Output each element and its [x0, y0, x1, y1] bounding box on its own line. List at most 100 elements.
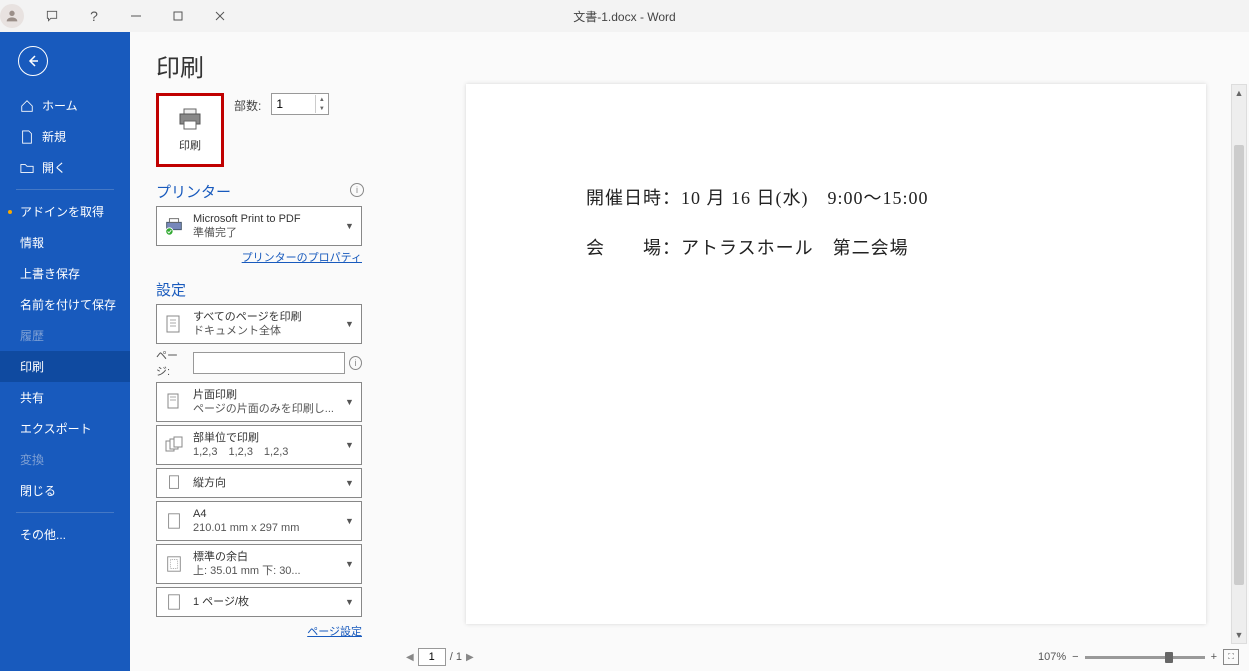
sidebar-item-open[interactable]: 開く [0, 152, 130, 183]
scroll-thumb[interactable] [1234, 145, 1244, 585]
pages-per-sheet-dropdown[interactable]: 1 ページ/枚 ▼ [156, 587, 362, 617]
copies-label: 部数: [234, 97, 261, 114]
maximize-button[interactable] [158, 2, 198, 30]
info-icon[interactable]: i [350, 183, 364, 197]
info-icon[interactable]: i [349, 356, 362, 370]
sidebar-item-save[interactable]: 上書き保存 [0, 258, 130, 289]
printer-dropdown[interactable]: Microsoft Print to PDF 準備完了 ▼ [156, 206, 362, 246]
margins-icon [163, 553, 185, 575]
sidebar-item-history: 履歴 [0, 320, 130, 351]
comments-icon[interactable] [32, 2, 72, 30]
sidebar-label-addins: アドインを取得 [20, 203, 104, 220]
chevron-down-icon: ▼ [345, 478, 355, 488]
copies-up-button[interactable]: ▲ [315, 95, 327, 104]
settings-section-header: 設定 [156, 279, 362, 300]
paper-size-dropdown[interactable]: A4 210.01 mm x 297 mm ▼ [156, 501, 362, 541]
sidebar-separator [16, 512, 114, 513]
scroll-up-button[interactable]: ▲ [1232, 85, 1246, 101]
title-bar: 文書-1.docx - Word ? [0, 0, 1249, 32]
zoom-out-button[interactable]: − [1072, 651, 1078, 663]
portrait-icon [163, 472, 185, 494]
zoom-thumb[interactable] [1165, 652, 1173, 663]
sidebar-item-addins[interactable]: アドインを取得 [0, 196, 130, 227]
print-range-dropdown[interactable]: すべてのページを印刷 ドキュメント全体 ▼ [156, 304, 362, 344]
document-title: 文書-1.docx - Word [573, 8, 675, 25]
print-range-sub: ドキュメント全体 [193, 324, 345, 338]
total-pages-label: / 1 [450, 651, 462, 663]
sidebar-label-export: エクスポート [20, 420, 92, 437]
collate-dropdown[interactable]: 部単位で印刷 1,2,3 1,2,3 1,2,3 ▼ [156, 425, 362, 465]
copies-input[interactable] [272, 95, 312, 113]
printer-ready-icon [163, 215, 185, 237]
print-button[interactable]: 印刷 [156, 93, 224, 167]
copies-down-button[interactable]: ▼ [315, 104, 327, 113]
chevron-down-icon: ▼ [345, 319, 355, 329]
page-title: 印刷 [156, 48, 362, 83]
sidebar-item-more[interactable]: その他... [0, 519, 130, 550]
current-page-input[interactable] [418, 648, 446, 666]
print-preview-panel: 開催日時：10 月 16 日(水) 9:00～15:00 会 場：アトラスホール… [376, 32, 1249, 671]
sidebar-item-home[interactable]: ホーム [0, 90, 130, 121]
print-button-label: 印刷 [179, 137, 201, 153]
sidebar-item-print[interactable]: 印刷 [0, 351, 130, 382]
sidebar-item-close[interactable]: 閉じる [0, 475, 130, 506]
preview-line-2: 会 場：アトラスホール 第二会場 [586, 234, 1086, 260]
collate-title: 部単位で印刷 [193, 431, 345, 445]
open-icon [20, 161, 34, 175]
sidebar-item-export[interactable]: エクスポート [0, 413, 130, 444]
close-button[interactable] [200, 2, 240, 30]
copies-spinner[interactable]: ▲ ▼ [271, 93, 329, 115]
sidebar-item-share[interactable]: 共有 [0, 382, 130, 413]
sidebar-item-info[interactable]: 情報 [0, 227, 130, 258]
printer-icon [176, 107, 204, 131]
margins-sub: 上: 35.01 mm 下: 30... [193, 564, 345, 578]
sidebar-item-saveas[interactable]: 名前を付けて保存 [0, 289, 130, 320]
sidebar-label-print: 印刷 [20, 358, 44, 375]
sheet-icon [163, 591, 185, 613]
new-icon [20, 130, 34, 144]
print-settings-panel: 印刷 印刷 部数: ▲ ▼ プリンター i [130, 32, 376, 671]
sides-dropdown[interactable]: 片面印刷 ページの片面のみを印刷し... ▼ [156, 382, 362, 422]
collate-icon [163, 434, 185, 456]
zoom-to-page-button[interactable]: ⛶ [1223, 649, 1239, 665]
sidebar-label-saveas: 名前を付けて保存 [20, 296, 116, 313]
zoom-value: 107% [1038, 651, 1066, 663]
preview-scrollbar[interactable]: ▲ ▼ [1231, 84, 1247, 644]
prev-page-button[interactable]: ◀ [406, 652, 414, 663]
preview-footer: ◀ / 1 ▶ 107% − + ⛶ [376, 645, 1249, 671]
chevron-down-icon: ▼ [345, 559, 355, 569]
zoom-in-button[interactable]: + [1211, 651, 1217, 663]
chevron-down-icon: ▼ [345, 516, 355, 526]
scroll-down-button[interactable]: ▼ [1232, 627, 1246, 643]
minimize-button[interactable] [116, 2, 156, 30]
zoom-slider[interactable] [1085, 656, 1205, 659]
chevron-down-icon: ▼ [345, 397, 355, 407]
preview-line-1: 開催日時：10 月 16 日(水) 9:00～15:00 [586, 184, 1086, 210]
one-sided-icon [163, 391, 185, 413]
help-icon[interactable]: ? [74, 2, 114, 30]
paper-title: A4 [193, 507, 345, 521]
page-setup-link[interactable]: ページ設定 [156, 623, 362, 639]
sidebar-label-transform: 変換 [20, 451, 44, 468]
sidebar-label-save: 上書き保存 [20, 265, 80, 282]
sides-title: 片面印刷 [193, 388, 345, 402]
account-avatar[interactable] [0, 4, 24, 28]
margins-dropdown[interactable]: 標準の余白 上: 35.01 mm 下: 30... ▼ [156, 544, 362, 584]
back-button[interactable] [18, 46, 48, 76]
pages-input[interactable] [193, 352, 345, 374]
sidebar-label-more: その他... [20, 526, 66, 543]
backstage-sidebar: ホーム 新規 開く アドインを取得 情報 上書き保存 名前を付けて保存 履歴 印… [0, 32, 130, 671]
sidebar-label-open: 開く [42, 159, 66, 176]
printer-properties-link[interactable]: プリンターのプロパティ [156, 249, 362, 265]
sidebar-label-share: 共有 [20, 389, 44, 406]
next-page-button[interactable]: ▶ [466, 652, 474, 663]
orientation-dropdown[interactable]: 縦方向 ▼ [156, 468, 362, 498]
sidebar-item-new[interactable]: 新規 [0, 121, 130, 152]
pages-per-sheet-value: 1 ページ/枚 [193, 595, 345, 609]
pages-icon [163, 313, 185, 335]
paper-sub: 210.01 mm x 297 mm [193, 521, 345, 535]
home-icon [20, 99, 34, 113]
printer-section-header: プリンター i [156, 181, 362, 202]
sidebar-label-close: 閉じる [20, 482, 56, 499]
margins-title: 標準の余白 [193, 550, 345, 564]
